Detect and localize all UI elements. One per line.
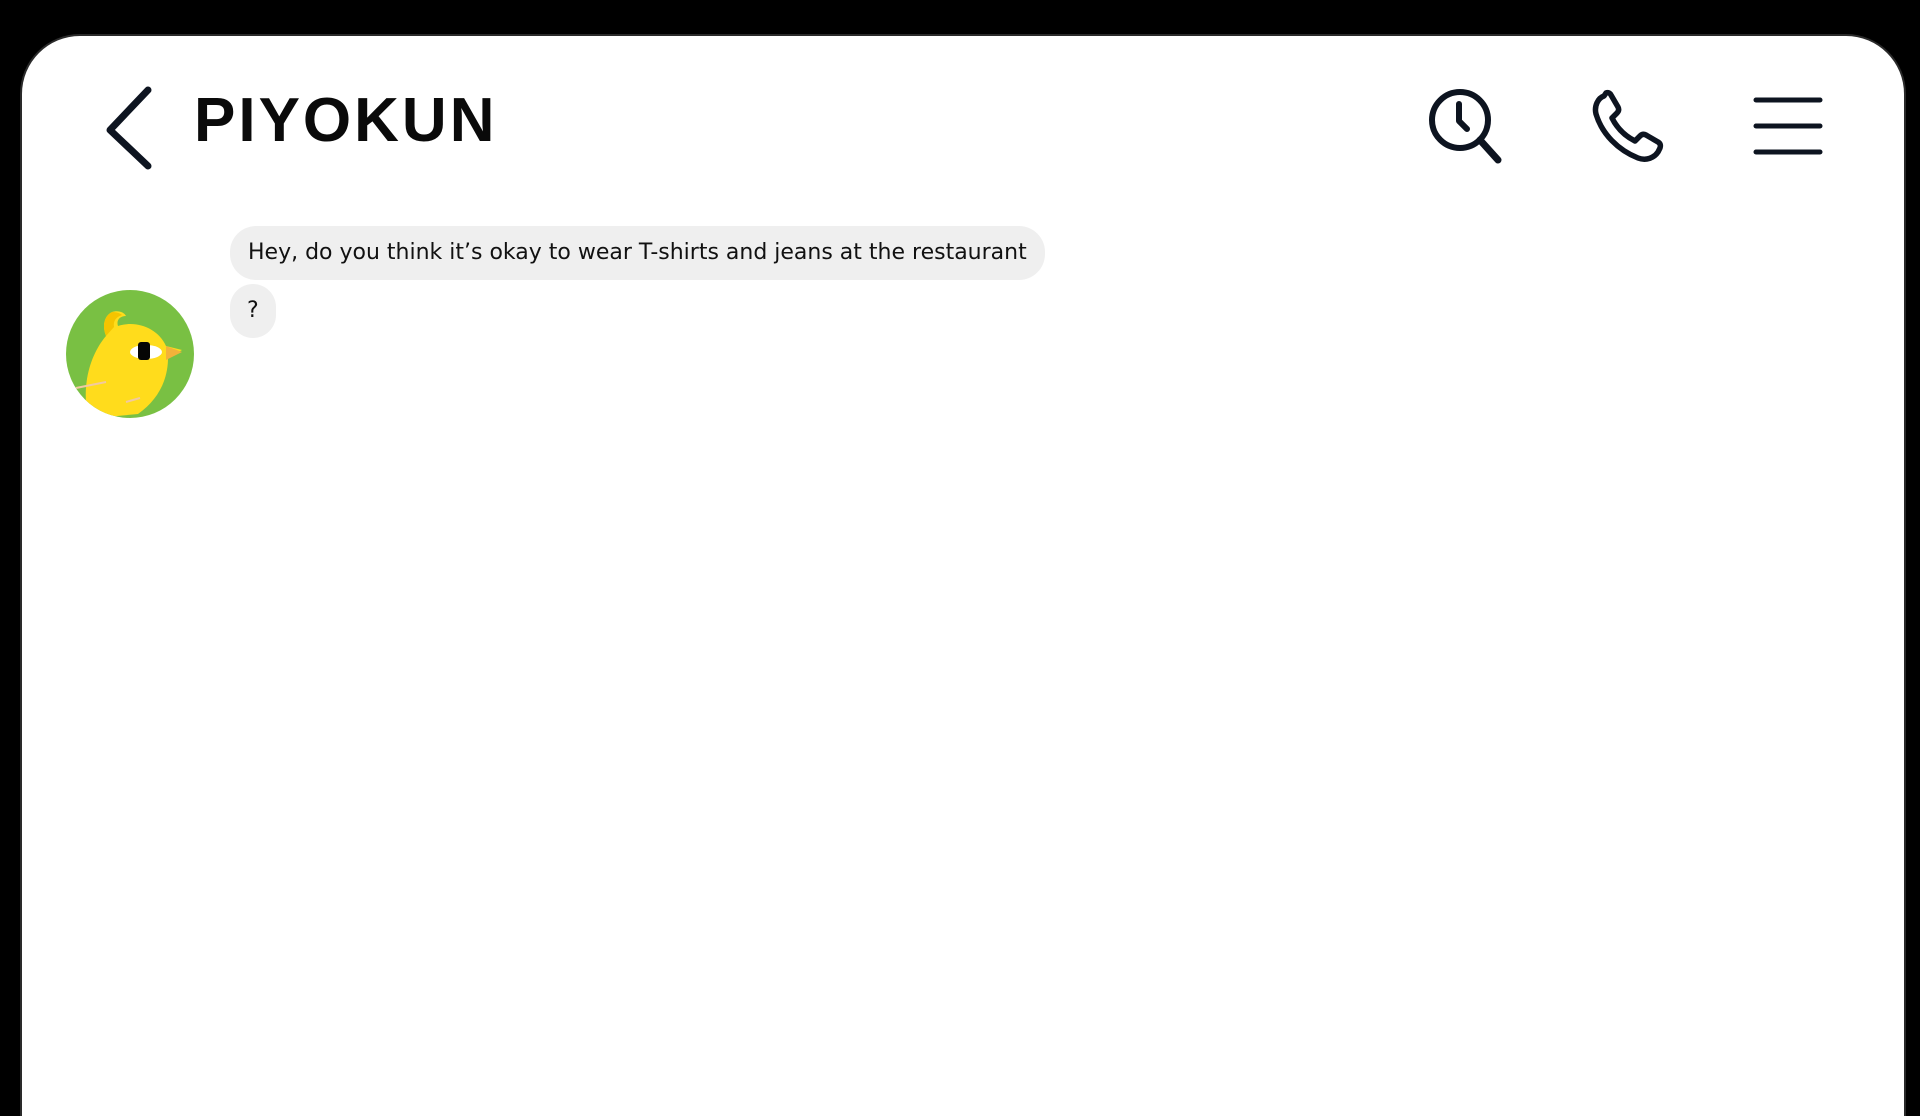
back-button[interactable] [100,82,170,172]
clock-search-icon [1429,89,1502,164]
yellow-chick-avatar-icon [66,290,194,418]
device-frame: PIYOKUN Hey, do you think it’s okay to w… [0,0,1920,1116]
history-search-button[interactable] [1426,86,1506,166]
message-bubble[interactable]: Hey, do you think it’s okay to wear T-sh… [230,226,1045,280]
chat-header: PIYOKUN [22,36,1904,196]
chevron-left-icon [106,86,152,170]
chat-title: PIYOKUN [194,86,498,155]
chat-screen: PIYOKUN Hey, do you think it’s okay to w… [22,36,1904,1116]
hamburger-menu-icon [1753,97,1823,155]
menu-button[interactable] [1748,86,1828,166]
avatar[interactable] [66,290,194,418]
message-bubble[interactable]: ? [230,284,276,338]
phone-icon [1592,89,1664,162]
call-button[interactable] [1588,86,1668,166]
